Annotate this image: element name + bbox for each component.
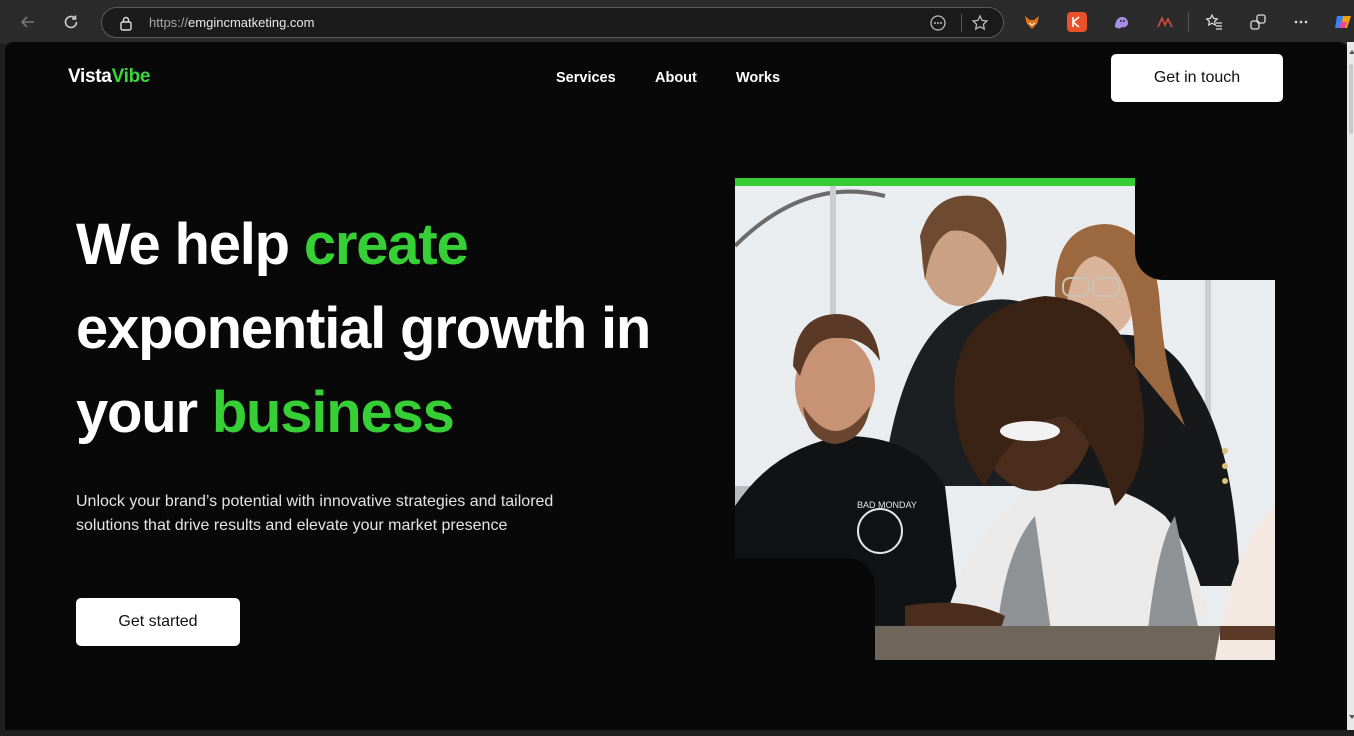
url-text[interactable]: https://emgincmatketing.com: [149, 15, 314, 30]
toolbar-divider: [1188, 12, 1189, 32]
ghost-extension-icon[interactable]: [1111, 12, 1131, 32]
browser-toolbar: https://emgincmatketing.com: [0, 0, 1354, 44]
scroll-up-arrow-icon[interactable]: [1349, 50, 1354, 54]
svg-text:BAD MONDAY: BAD MONDAY: [857, 500, 917, 510]
hero-title: We help create exponential growth in you…: [76, 203, 716, 455]
url-protocol: https://: [149, 15, 189, 30]
reading-view-icon[interactable]: [928, 13, 948, 33]
get-in-touch-button[interactable]: Get in touch: [1111, 54, 1283, 102]
hero-line3-green: business: [211, 380, 455, 445]
site-logo[interactable]: VistaVibe: [68, 66, 150, 88]
url-host: emgincmatketing.com: [188, 15, 315, 30]
collections-icon[interactable]: [1248, 12, 1268, 32]
address-bar[interactable]: https://emgincmatketing.com: [101, 7, 1004, 38]
nav-about[interactable]: About: [655, 70, 697, 86]
signature-extension-icon[interactable]: [1155, 12, 1175, 32]
get-started-button[interactable]: Get started: [76, 598, 240, 646]
address-divider: [961, 14, 962, 32]
back-arrow-icon[interactable]: [15, 9, 41, 35]
favorites-icon[interactable]: [1204, 12, 1224, 32]
lock-icon[interactable]: [119, 15, 133, 36]
nav-works[interactable]: Works: [736, 70, 780, 86]
scroll-down-arrow-icon[interactable]: [1349, 715, 1354, 719]
hero-photo: BAD MONDAY: [735, 178, 1275, 660]
logo-main: Vista: [68, 66, 112, 87]
logo-accent: Vibe: [111, 66, 151, 87]
hero-line1-green: create: [303, 212, 469, 277]
photo-accent-bar: [735, 178, 1135, 186]
photo-corner-cutout: [1135, 178, 1275, 280]
scrollbar-thumb[interactable]: [1349, 64, 1353, 134]
copilot-icon[interactable]: [1333, 12, 1353, 32]
photo-corner-cutout: [735, 558, 875, 660]
hero-line2: exponential growth in: [76, 296, 651, 361]
star-icon[interactable]: [970, 13, 990, 33]
orange-extension-icon[interactable]: [1067, 12, 1087, 32]
hero-line3-white: your: [76, 380, 212, 445]
page-viewport: VistaVibe Services About Works Get in to…: [5, 42, 1347, 730]
fox-extension-icon[interactable]: [1022, 12, 1042, 32]
more-menu-icon[interactable]: [1291, 12, 1311, 32]
reload-icon[interactable]: [58, 9, 84, 35]
hero-subtitle: Unlock your brand’s potential with innov…: [76, 493, 554, 534]
page-scrollbar[interactable]: [1347, 42, 1354, 730]
nav-services[interactable]: Services: [556, 70, 616, 86]
hero-line1-white: We help: [76, 212, 304, 277]
